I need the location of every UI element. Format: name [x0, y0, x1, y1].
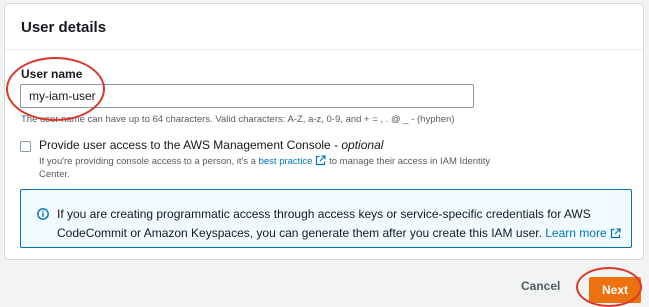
panel-header: User details	[5, 4, 643, 50]
learn-more-link[interactable]: Learn more	[545, 226, 621, 240]
info-text: If you are creating programmatic access …	[57, 205, 623, 243]
optional-tag: - optional	[330, 138, 384, 152]
username-label: User name	[21, 67, 83, 81]
username-hint: The user name can have up to 64 characte…	[21, 114, 455, 125]
panel-title: User details	[21, 19, 107, 36]
cancel-button[interactable]: Cancel	[521, 279, 560, 293]
username-input[interactable]	[20, 84, 474, 108]
best-practice-link-text: best practice	[258, 156, 313, 167]
user-details-panel: User details User name The user name can…	[4, 3, 644, 260]
info-message: If you are creating programmatic access …	[57, 207, 591, 240]
console-access-label[interactable]: Provide user access to the AWS Managemen…	[39, 138, 383, 152]
learn-more-link-text: Learn more	[545, 226, 607, 240]
external-link-icon	[316, 155, 327, 166]
console-access-description: If you're providing console access to a …	[39, 155, 499, 181]
console-access-checkbox[interactable]	[20, 141, 31, 152]
info-icon	[37, 208, 49, 220]
info-alert: If you are creating programmatic access …	[20, 189, 632, 248]
console-access-label-text: Provide user access to the AWS Managemen…	[39, 138, 331, 152]
best-practice-link[interactable]: best practice	[258, 155, 327, 167]
external-link-icon	[610, 228, 621, 239]
next-button[interactable]: Next	[589, 277, 641, 303]
console-desc-before: If you're providing console access to a …	[39, 156, 259, 167]
